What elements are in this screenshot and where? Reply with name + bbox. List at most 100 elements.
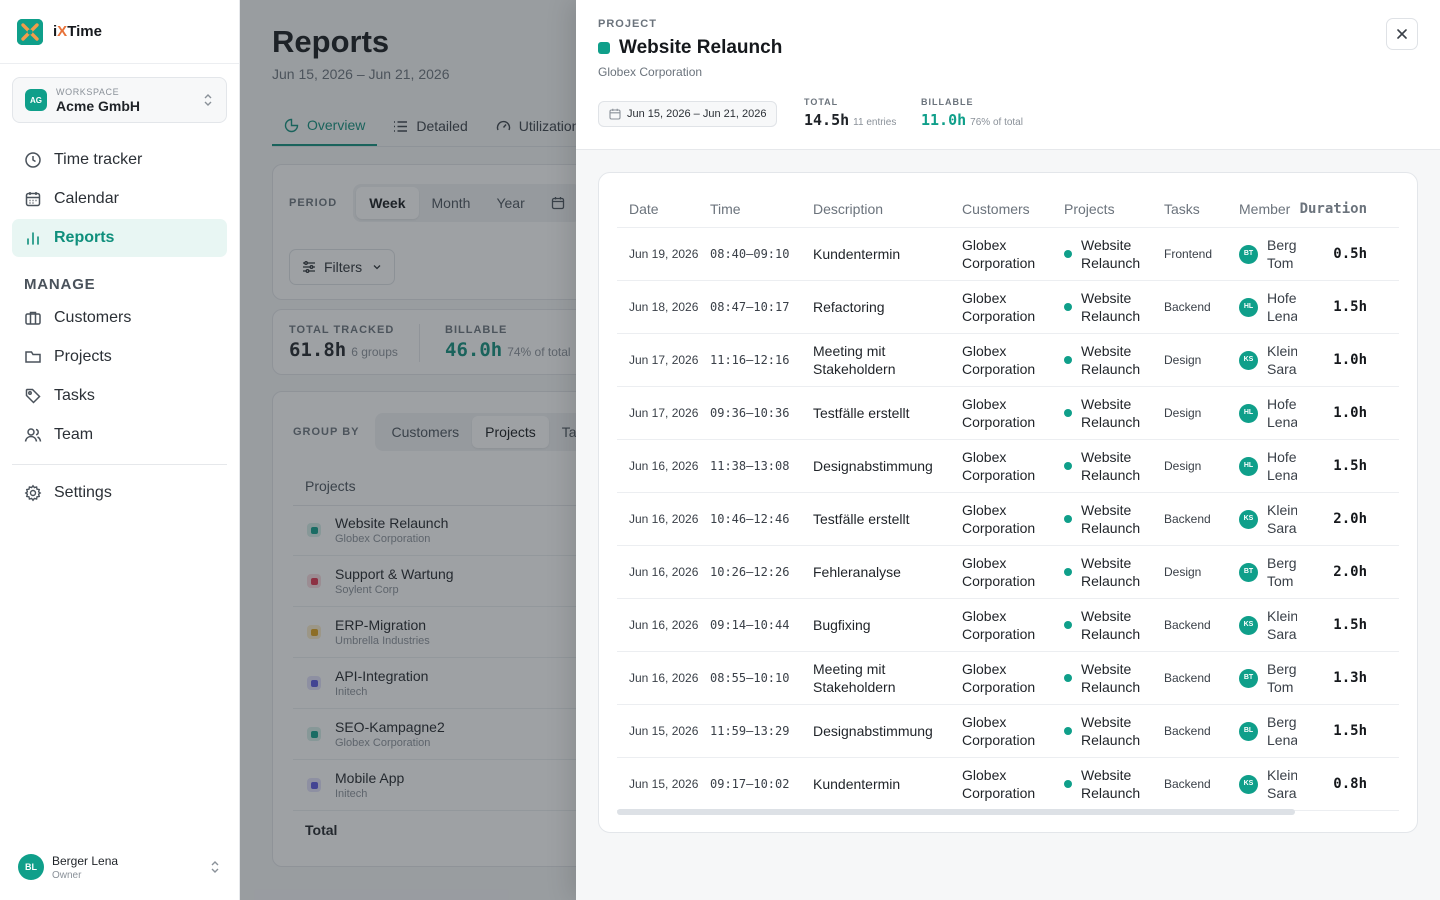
entry-project: Website Relaunch xyxy=(1064,607,1164,643)
entry-time: 10:46–12:46 xyxy=(710,512,790,526)
workspace-avatar: AG xyxy=(25,89,47,111)
close-button[interactable] xyxy=(1386,18,1418,50)
brand[interactable]: iXTime xyxy=(0,0,239,64)
column-header-tasks[interactable]: Tasks xyxy=(1164,201,1239,217)
table-row[interactable]: Jun 16, 2026 11:38–13:08 Designabstimmung G… xyxy=(617,440,1399,493)
entry-member-name: Berg Tom xyxy=(1267,555,1297,589)
table-row[interactable]: Jun 16, 2026 10:26–12:26 Fehleranalyse Glob… xyxy=(617,546,1399,599)
entry-task: Backend xyxy=(1164,724,1211,738)
brand-suffix: Time xyxy=(67,23,102,40)
entry-description: Refactoring xyxy=(813,299,885,315)
calendar-icon xyxy=(25,192,41,207)
column-header-projects[interactable]: Projects xyxy=(1064,200,1164,218)
drawer-customer: Globex Corporation xyxy=(598,65,703,79)
folder-icon xyxy=(25,351,41,363)
drawer-range-text: Jun 15, 2026 – Jun 21, 2026 xyxy=(627,108,767,120)
entry-time: 08:47–10:17 xyxy=(710,300,790,314)
entry-member-name: Berg Tom xyxy=(1267,661,1297,695)
nav-item-time-tracker[interactable]: Time tracker xyxy=(12,141,227,179)
entry-description: Testfälle erstellt xyxy=(813,405,910,421)
entry-customer: Globex Corporation xyxy=(962,343,1036,377)
drawer-caption: PROJECT xyxy=(598,18,657,30)
avatar: BT xyxy=(1239,562,1258,582)
avatar: BT xyxy=(1239,668,1258,688)
column-header-customers[interactable]: Customers xyxy=(962,200,1064,218)
nav-item-settings[interactable]: Settings xyxy=(12,474,227,512)
table-row[interactable]: Jun 16, 2026 08:55–10:10 Meeting mit Stake… xyxy=(617,652,1399,705)
entry-project-name: Website Relaunch xyxy=(1081,767,1141,801)
nav-label: Reports xyxy=(54,229,115,246)
nav-section-manage: MANAGE xyxy=(24,276,96,293)
entry-project-name: Website Relaunch xyxy=(1081,661,1141,695)
horizontal-scrollbar[interactable] xyxy=(617,809,1295,815)
project-dot xyxy=(1064,515,1072,523)
column-header-description[interactable]: Description xyxy=(813,200,962,218)
entry-description: Fehleranalyse xyxy=(813,564,901,580)
column-header-date[interactable]: Date xyxy=(617,201,710,217)
table-row[interactable]: Jun 15, 2026 11:59–13:29 Designabstimmung G… xyxy=(617,705,1399,758)
entry-project-name: Website Relaunch xyxy=(1081,396,1141,430)
entry-customer: Globex Corporation xyxy=(962,449,1036,483)
entry-description: Testfälle erstellt xyxy=(813,511,910,527)
entry-project: Website Relaunch xyxy=(1064,236,1164,272)
table-row[interactable]: Jun 18, 2026 08:47–10:17 Refactoring Globex… xyxy=(617,281,1399,334)
project-dot xyxy=(1064,356,1072,364)
nav-item-calendar[interactable]: Calendar xyxy=(12,180,227,218)
entry-member-name: Klein Sara xyxy=(1267,767,1297,801)
entry-project-name: Website Relaunch xyxy=(1081,449,1141,483)
entry-date: Jun 17, 2026 xyxy=(629,406,699,420)
workspace-switcher[interactable]: AG WORKSPACE Acme GmbH xyxy=(12,77,227,123)
entry-date: Jun 15, 2026 xyxy=(629,777,699,791)
entry-project: Website Relaunch xyxy=(1064,501,1164,537)
column-header-duration[interactable]: Duration xyxy=(1299,201,1379,217)
nav-label: Team xyxy=(54,426,94,443)
entry-member: HL Hofe Lena xyxy=(1239,395,1299,431)
entry-description: Designabstimmung xyxy=(813,458,933,474)
avatar: BT xyxy=(1239,244,1258,264)
entry-customer: Globex Corporation xyxy=(962,714,1036,748)
project-drawer: PROJECT Website Relaunch Globex Corporat… xyxy=(576,0,1440,900)
entry-project-name: Website Relaunch xyxy=(1081,502,1141,536)
project-color-swatch xyxy=(598,42,610,54)
entry-duration: 1.5h xyxy=(1333,299,1367,315)
nav-item-tasks[interactable]: Tasks xyxy=(12,377,227,415)
drawer-total-value: 14.5h 11 entries xyxy=(804,111,896,129)
user-menu[interactable]: BL Berger Lena Owner xyxy=(0,834,239,900)
column-header-member[interactable]: Member xyxy=(1239,200,1299,218)
drawer-billable-value: 11.0h 76% of total xyxy=(921,111,1023,129)
drawer-total-number: 14.5h xyxy=(804,111,850,129)
entry-time: 10:26–12:26 xyxy=(710,565,790,579)
entry-task: Backend xyxy=(1164,777,1211,791)
nav-item-reports[interactable]: Reports xyxy=(12,219,227,257)
table-row[interactable]: Jun 17, 2026 11:16–12:16 Meeting mit Stake… xyxy=(617,334,1399,387)
entry-member: HL Hofe Lena xyxy=(1239,289,1299,325)
workspace-name: Acme GmbH xyxy=(56,97,141,114)
entry-time: 09:17–10:02 xyxy=(710,777,790,791)
nav-item-customers[interactable]: Customers xyxy=(12,299,227,337)
nav-item-projects[interactable]: Projects xyxy=(12,338,227,376)
entry-time: 11:16–12:16 xyxy=(710,353,790,367)
table-row[interactable]: Jun 15, 2026 09:17–10:02 Kundentermin Globe… xyxy=(617,758,1399,811)
nav-item-team[interactable]: Team xyxy=(12,416,227,454)
project-dot xyxy=(1064,674,1072,682)
project-dot xyxy=(1064,250,1072,258)
project-dot xyxy=(1064,409,1072,417)
entry-time: 08:40–09:10 xyxy=(710,247,790,261)
table-row[interactable]: Jun 17, 2026 09:36–10:36 Testfälle erstell… xyxy=(617,387,1399,440)
entry-duration: 1.0h xyxy=(1333,405,1367,421)
entry-project: Website Relaunch xyxy=(1064,289,1164,325)
entry-description: Kundentermin xyxy=(813,776,901,792)
entry-time: 09:14–10:44 xyxy=(710,618,790,632)
table-row[interactable]: Jun 16, 2026 09:14–10:44 Bugfixing Globex C… xyxy=(617,599,1399,652)
drawer-total-sub: 11 entries xyxy=(853,117,897,128)
entry-member-name: Hofe Lena xyxy=(1267,290,1297,324)
drawer-date-range: Jun 15, 2026 – Jun 21, 2026 xyxy=(598,101,778,127)
table-row[interactable]: Jun 16, 2026 10:46–12:46 Testfälle erstell… xyxy=(617,493,1399,546)
table-row[interactable]: Jun 19, 2026 08:40–09:10 Kundentermin Globe… xyxy=(617,228,1399,281)
column-header-time[interactable]: Time xyxy=(710,201,813,217)
brand-x: X xyxy=(57,23,68,40)
entry-time: 09:36–10:36 xyxy=(710,406,790,420)
entry-project: Website Relaunch xyxy=(1064,395,1164,431)
entry-date: Jun 16, 2026 xyxy=(629,459,699,473)
table-header: Date Time Description Customers Projects… xyxy=(617,191,1399,228)
